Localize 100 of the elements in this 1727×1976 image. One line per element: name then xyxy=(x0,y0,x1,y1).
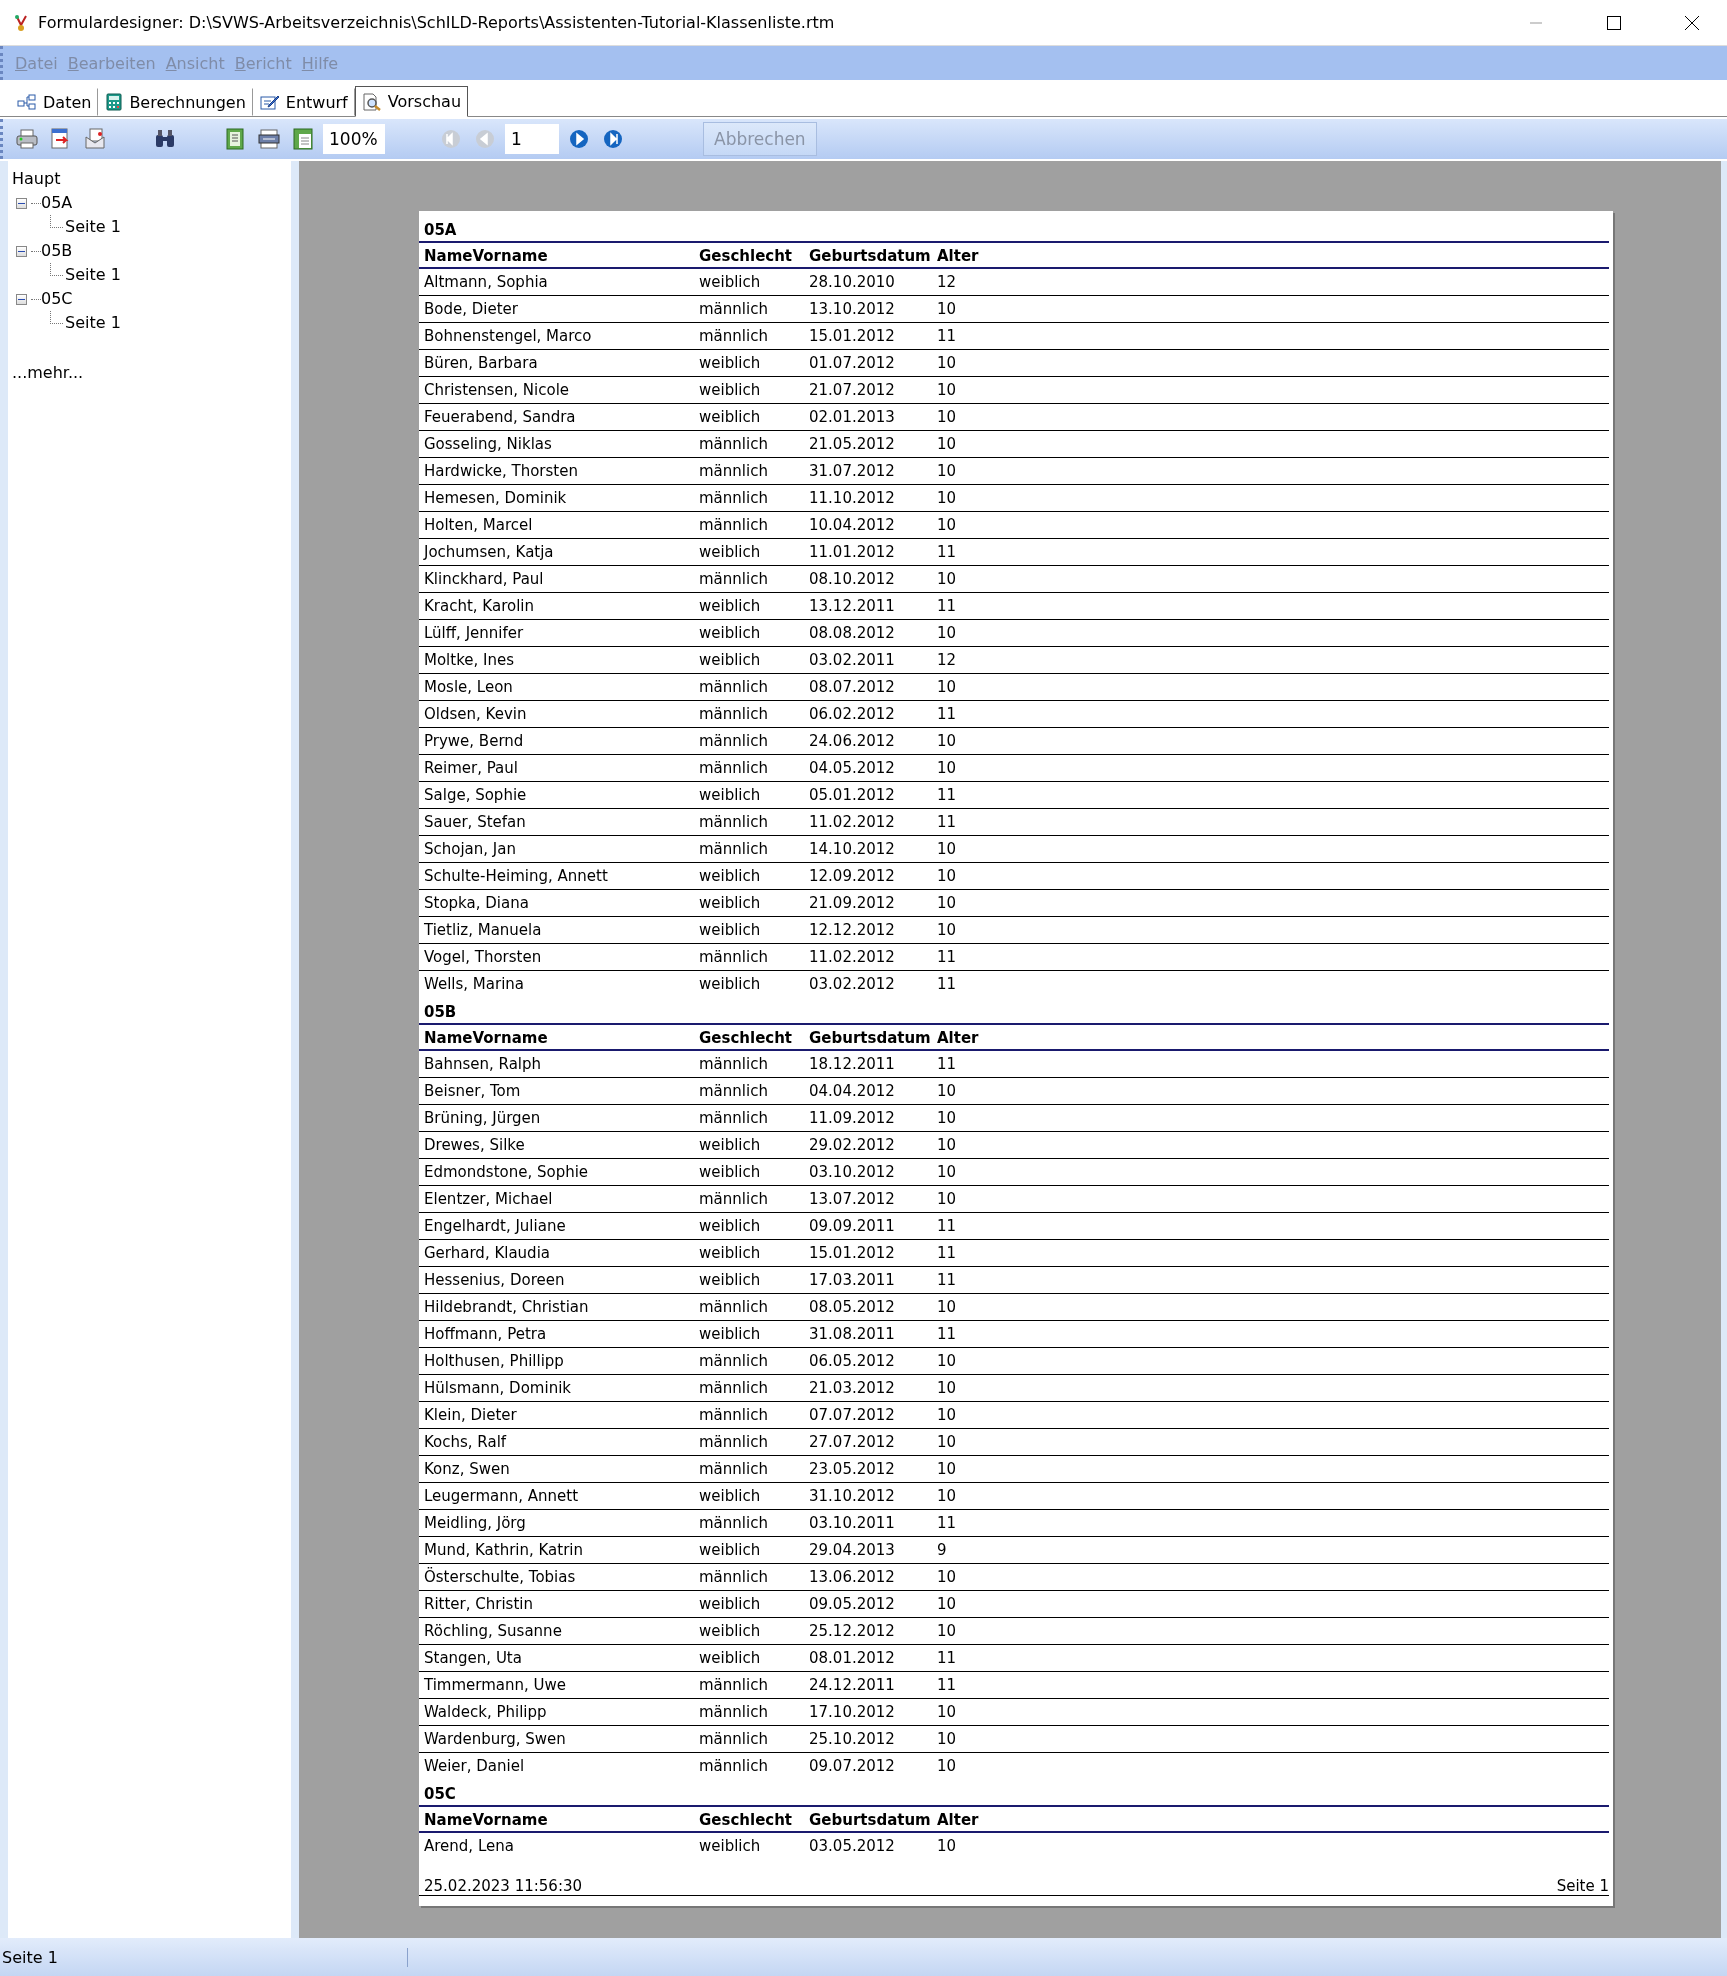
tree-item[interactable]: Seite 1 xyxy=(65,263,121,287)
table-cell-text: weiblich xyxy=(699,1486,762,1507)
table-cell-text: männlich xyxy=(699,1081,769,1102)
table-cell-text: 17.03.2011 xyxy=(809,1270,896,1291)
table-cell-text: 10 xyxy=(937,515,958,536)
table-cell-text: männlich xyxy=(699,1405,769,1426)
table-cell-text: Büren, Barbara xyxy=(424,353,539,374)
table-cell-text: 10 xyxy=(937,380,958,401)
edit-icon xyxy=(259,93,280,111)
table-cell-text: 04.04.2012 xyxy=(809,1081,896,1102)
tree-root[interactable]: Haupt xyxy=(12,167,61,191)
collapse-icon[interactable] xyxy=(16,293,27,305)
tree-item[interactable]: 05B xyxy=(41,239,73,263)
tree-item[interactable]: 05C xyxy=(41,287,73,311)
table-cell-text: 31.07.2012 xyxy=(809,461,896,482)
table-cell-text: Jochumsen, Katja xyxy=(424,542,555,563)
table-cell-text: weiblich xyxy=(699,1162,762,1183)
table-cell-text: 24.12.2011 xyxy=(809,1675,896,1696)
table-cell-text: 10 xyxy=(937,1729,958,1750)
group-title: 05A xyxy=(424,221,457,239)
table-cell-text: 11 xyxy=(937,812,958,833)
table-cell-text: 10 xyxy=(937,1756,958,1777)
table-cell-text: 10 xyxy=(937,1459,958,1480)
table-cell-text: Mosle, Leon xyxy=(424,677,514,698)
table-cell-text: 11 xyxy=(937,785,958,806)
table-cell-text: Engelhardt, Juliane xyxy=(424,1216,567,1237)
table-cell-text: Vogel, Thorsten xyxy=(424,947,543,968)
table-cell-text: Stangen, Uta xyxy=(424,1648,523,1669)
tree-item[interactable]: 05A xyxy=(41,191,73,215)
table-cell-text: männlich xyxy=(699,1054,769,1075)
group-title: 05C xyxy=(424,1785,456,1803)
more-link[interactable]: ...mehr... xyxy=(12,361,287,385)
table-cell-text: 10 xyxy=(937,407,958,428)
table-cell-text: 10 xyxy=(937,1621,958,1642)
tab[interactable]: Entwurf xyxy=(252,88,355,116)
tab[interactable]: Berechnungen xyxy=(98,88,253,116)
table-cell-text: Weier, Daniel xyxy=(424,1756,526,1777)
table-cell-text: 21.03.2012 xyxy=(809,1378,896,1399)
collapse-icon[interactable] xyxy=(16,245,27,257)
table-cell-text: männlich xyxy=(699,1108,769,1129)
table-cell-text: Leugermann, Annett xyxy=(424,1486,580,1507)
table-cell-text: 03.10.2011 xyxy=(809,1513,896,1534)
table-cell-text: Bode, Dieter xyxy=(424,299,519,320)
table-cell-text: 28.10.2010 xyxy=(809,272,896,293)
table-cell-text: 10 xyxy=(937,866,958,887)
table-cell-text: 11 xyxy=(937,1324,958,1345)
table-cell-text: 13.06.2012 xyxy=(809,1567,896,1588)
table-cell-text: Hoffmann, Petra xyxy=(424,1324,548,1345)
collapse-icon[interactable] xyxy=(16,197,27,209)
table-cell-text: 10 xyxy=(937,623,958,644)
table-cell-text: 11 xyxy=(937,1216,958,1237)
table-cell-text: weiblich xyxy=(699,380,762,401)
maximize-icon[interactable] xyxy=(1607,15,1621,30)
table-cell-text: 11.10.2012 xyxy=(809,488,896,509)
tab[interactable]: Vorschau xyxy=(354,86,469,117)
table-cell-text: 14.10.2012 xyxy=(809,839,896,860)
table-cell-text: männlich xyxy=(699,1756,769,1777)
table-cell-text: weiblich xyxy=(699,542,762,563)
table-cell-text: 11 xyxy=(937,1648,958,1669)
table-cell-text: weiblich xyxy=(699,1324,762,1345)
table-cell-text: 11 xyxy=(937,947,958,968)
table-cell-text: Lülff, Jennifer xyxy=(424,623,525,644)
table-cell-text: Kracht, Karolin xyxy=(424,596,535,617)
table-cell-text: 12 xyxy=(937,650,958,671)
network-icon xyxy=(17,93,37,111)
table-cell-text: 11 xyxy=(937,542,958,563)
table-cell-text: 08.01.2012 xyxy=(809,1648,896,1669)
app-icon xyxy=(14,13,30,32)
close-icon[interactable] xyxy=(1685,15,1699,30)
tab[interactable]: Daten xyxy=(10,88,99,116)
table-cell-text: 10 xyxy=(937,353,958,374)
window-title: Formulardesigner: D:\SVWS-Arbeitsverzeichnis\SchILD-Reports\Assistenten-Tutorial-Klassenliste.rtm xyxy=(38,13,836,32)
table-cell-text: weiblich xyxy=(699,1621,762,1642)
table-cell-text: 17.10.2012 xyxy=(809,1702,896,1723)
table-cell-text: Mund, Kathrin, Katrin xyxy=(424,1540,585,1561)
table-cell-text: weiblich xyxy=(699,1216,762,1237)
table-cell-text: weiblich xyxy=(699,1270,762,1291)
table-cell-text: Hülsmann, Dominik xyxy=(424,1378,572,1399)
table-cell-text: männlich xyxy=(699,1675,769,1696)
column-header: Alter xyxy=(937,1028,980,1049)
tree-item[interactable]: Seite 1 xyxy=(65,215,121,239)
table-cell-text: 21.09.2012 xyxy=(809,893,896,914)
tree-item[interactable]: Seite 1 xyxy=(65,311,121,335)
page-number-field[interactable]: 1 xyxy=(505,124,559,154)
table-cell-text: männlich xyxy=(699,1189,769,1210)
table-cell-text: 08.08.2012 xyxy=(809,623,896,644)
table-cell-text: Kochs, Ralf xyxy=(424,1432,508,1453)
table-cell-text: Elentzer, Michael xyxy=(424,1189,554,1210)
table-cell-text: 11.01.2012 xyxy=(809,542,896,563)
table-cell-text: 02.01.2013 xyxy=(809,407,896,428)
table-cell-text: 10 xyxy=(937,1162,958,1183)
table-cell-text: 24.06.2012 xyxy=(809,731,896,752)
calculator-icon xyxy=(105,93,124,111)
table-cell-text: weiblich xyxy=(699,866,762,887)
table-cell-text: 11 xyxy=(937,1513,958,1534)
table-cell-text: 10 xyxy=(937,1108,958,1129)
zoom-field[interactable]: 100% xyxy=(323,124,385,154)
table-cell-text: männlich xyxy=(699,704,769,725)
table-cell-text: Röchling, Susanne xyxy=(424,1621,563,1642)
table-cell-text: Arend, Lena xyxy=(424,1836,515,1857)
